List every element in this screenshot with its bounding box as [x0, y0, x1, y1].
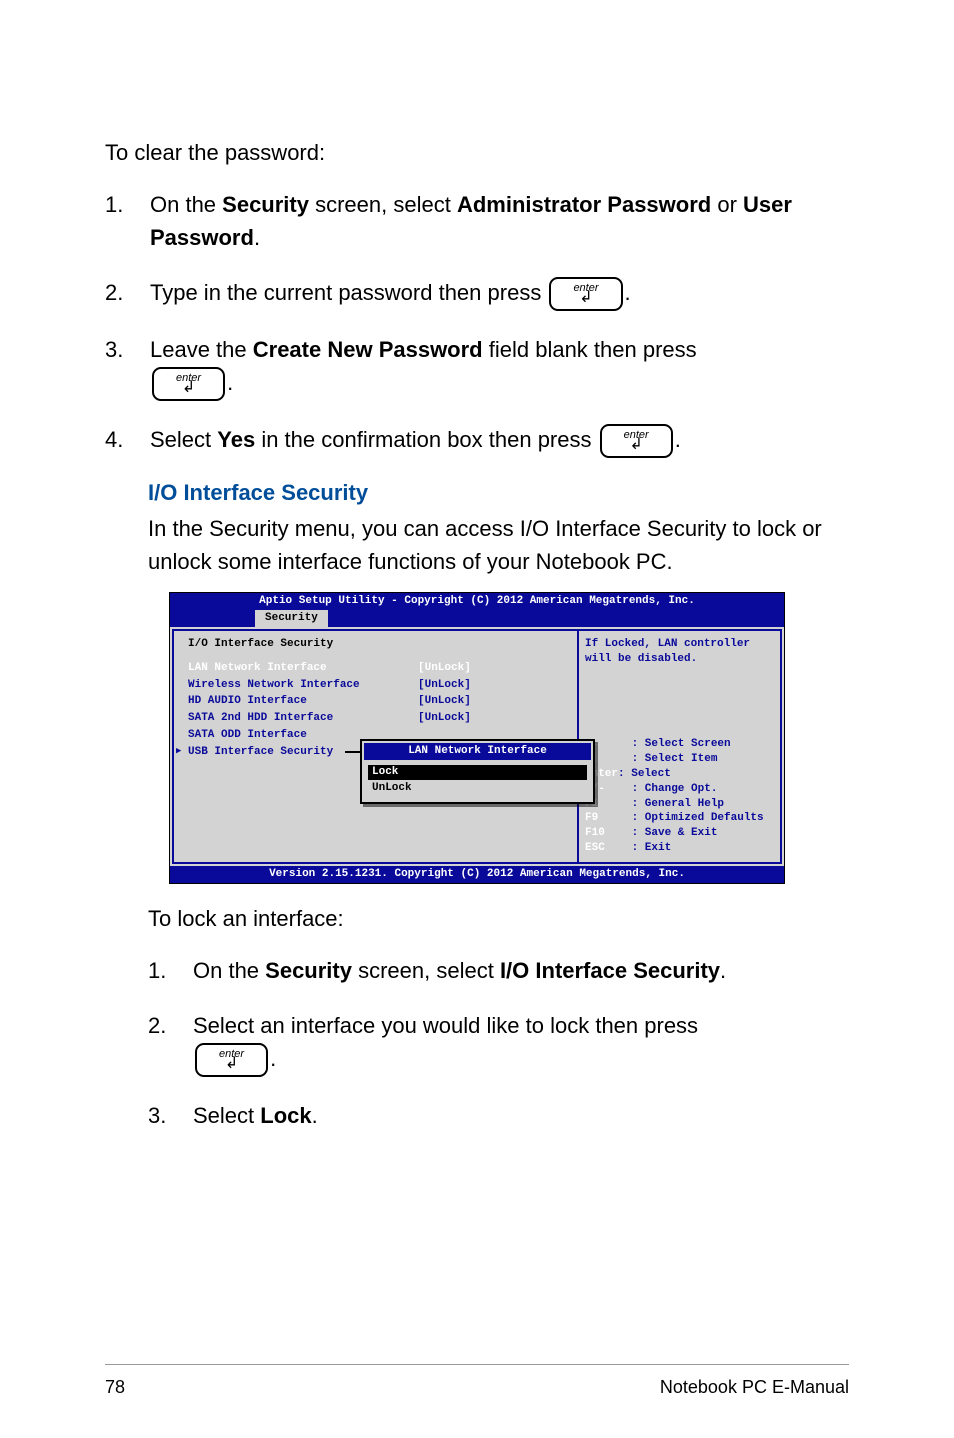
bios-footer: Version 2.15.1231. Copyright (C) 2012 Am… [170, 866, 784, 883]
step-content: Select Yes in the confirmation box then … [150, 423, 849, 458]
bios-panel-heading: I/O Interface Security [188, 637, 569, 652]
bios-setting-row: HD AUDIO Interface[UnLock] [188, 693, 569, 710]
page-footer: 78 Notebook PC E-Manual [0, 1364, 954, 1398]
bios-key-hint: F1 : General Help [585, 797, 774, 812]
step-content: Select Lock. [193, 1099, 849, 1132]
clear-password-intro: To clear the password: [105, 140, 849, 166]
bios-key-hint: F9 : Optimized Defaults [585, 811, 774, 826]
bios-tabs: Security [170, 610, 784, 627]
step-content: On the Security screen, select I/O Inter… [193, 954, 849, 987]
bios-setting-row: Wireless Network Interface[UnLock] [188, 677, 569, 694]
step-number: 4. [105, 423, 150, 458]
bios-popup-title: LAN Network Interface [364, 743, 591, 760]
bios-tab-security: Security [255, 610, 328, 627]
bios-screenshot: Aptio Setup Utility - Copyright (C) 2012… [169, 592, 785, 884]
popup-option: Lock [368, 765, 587, 780]
bios-key-hint: F10 : Save & Exit [585, 826, 774, 841]
step-content: On the Security screen, select Administr… [150, 188, 849, 254]
enter-key-icon: enter↲ [600, 424, 673, 458]
bios-key-hint: +/- : Change Opt. [585, 782, 774, 797]
enter-key-icon: enter↲ [195, 1043, 268, 1077]
manual-label: Notebook PC E-Manual [660, 1377, 849, 1398]
bios-help-text: If Locked, LAN controller will be disabl… [585, 637, 774, 667]
bios-key-hint: ↑↓ : Select Item [585, 752, 774, 767]
step-number: 2. [105, 276, 150, 311]
step-content: Leave the Create New Password field blan… [150, 333, 849, 401]
step-number: 3. [148, 1099, 193, 1132]
bios-setting-row: LAN Network Interface[UnLock] [188, 660, 569, 677]
page-number: 78 [105, 1377, 125, 1398]
popup-option: UnLock [368, 781, 587, 796]
io-security-heading: I/O Interface Security [148, 480, 849, 506]
bios-key-hint: ESC : Exit [585, 841, 774, 856]
step-content: Type in the current password then press … [150, 276, 849, 311]
bios-left-panel: I/O Interface Security LAN Network Inter… [172, 629, 577, 864]
clear-password-steps: 1. On the Security screen, select Admini… [105, 188, 849, 458]
bios-popup: LAN Network Interface LockUnLock [360, 739, 595, 805]
enter-key-icon: enter↲ [549, 277, 622, 311]
bios-key-hints: →← : Select Screen↑↓ : Select ItemEnter:… [585, 737, 774, 856]
bios-key-hint: Enter: Select [585, 767, 774, 782]
step-content: Select an interface you would like to lo… [193, 1009, 849, 1077]
io-security-body: In the Security menu, you can access I/O… [148, 512, 849, 578]
bios-right-panel: If Locked, LAN controller will be disabl… [577, 629, 782, 864]
bios-title: Aptio Setup Utility - Copyright (C) 2012… [170, 593, 784, 610]
bios-key-hint: →← : Select Screen [585, 737, 774, 752]
step-number: 1. [105, 188, 150, 254]
lock-interface-intro: To lock an interface: [148, 906, 849, 932]
bios-setting-row: SATA 2nd HDD Interface[UnLock] [188, 710, 569, 727]
step-number: 3. [105, 333, 150, 401]
step-number: 1. [148, 954, 193, 987]
enter-key-icon: enter↲ [152, 367, 225, 401]
lock-interface-steps: 1. On the Security screen, select I/O In… [148, 954, 849, 1132]
step-number: 2. [148, 1009, 193, 1077]
